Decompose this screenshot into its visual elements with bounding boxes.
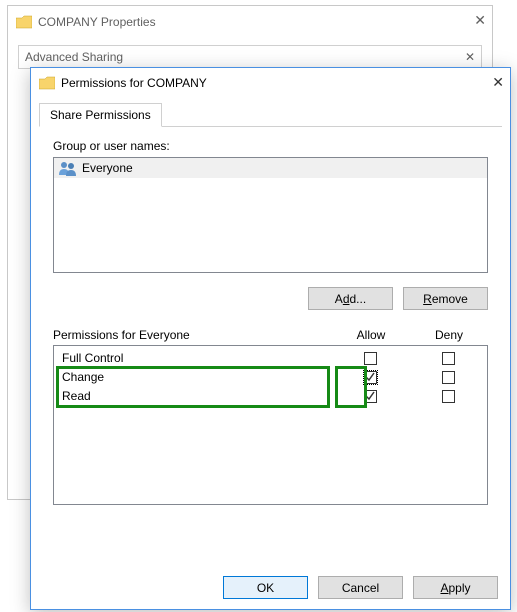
ok-button[interactable]: OK [223,576,308,599]
users-icon [58,160,78,176]
folder-icon [39,76,55,90]
ok-label: OK [257,581,274,595]
users-listbox[interactable]: Everyone [53,157,488,273]
properties-tabrow: Advanced Sharing ✕ [18,45,482,69]
perm-header-name: Permissions for Everyone [53,328,332,342]
allow-checkbox[interactable] [364,390,377,403]
permissions-header: Permissions for Everyone Allow Deny [53,328,488,342]
dialog-tabs: Share Permissions [39,102,502,127]
perm-name: Read [54,389,331,403]
perm-header-allow: Allow [332,328,410,342]
table-row: Change [54,367,487,386]
properties-title: COMPANY Properties [38,15,156,29]
advanced-sharing-tab-label[interactable]: Advanced Sharing [25,50,123,64]
dialog-titlebar: Permissions for COMPANY ✕ [31,68,510,98]
apply-button[interactable]: Apply [413,576,498,599]
table-row: Full Control [54,348,487,367]
cancel-label: Cancel [342,581,379,595]
allow-checkbox[interactable] [364,352,377,365]
dialog-content: Group or user names: Everyone Add... [31,127,510,513]
close-icon[interactable]: ✕ [492,74,504,91]
user-name: Everyone [82,161,133,175]
properties-titlebar: COMPANY Properties ✕ [8,6,492,37]
tab-label: Share Permissions [50,108,151,122]
perm-header-deny: Deny [410,328,488,342]
chevron-close-icon[interactable]: ✕ [465,50,475,64]
dialog-footer-buttons: OK Cancel Apply [223,576,498,599]
tab-share-permissions[interactable]: Share Permissions [39,103,162,127]
users-button-row: Add... Remove [53,287,488,310]
table-row: Read [54,386,487,405]
deny-checkbox[interactable] [442,352,455,365]
list-item[interactable]: Everyone [54,158,487,178]
deny-checkbox[interactable] [442,390,455,403]
perm-name: Change [54,370,331,384]
groups-label: Group or user names: [53,139,488,153]
permissions-table: Full Control Change Read [53,345,488,505]
dialog-title: Permissions for COMPANY [61,76,207,90]
allow-checkbox[interactable] [364,371,377,384]
perm-name: Full Control [54,351,331,365]
close-icon[interactable]: ✕ [474,12,486,29]
remove-button[interactable]: Remove [403,287,488,310]
folder-icon [16,15,32,29]
permissions-dialog: Permissions for COMPANY ✕ Share Permissi… [30,67,511,610]
deny-checkbox[interactable] [442,371,455,384]
cancel-button[interactable]: Cancel [318,576,403,599]
add-button[interactable]: Add... [308,287,393,310]
